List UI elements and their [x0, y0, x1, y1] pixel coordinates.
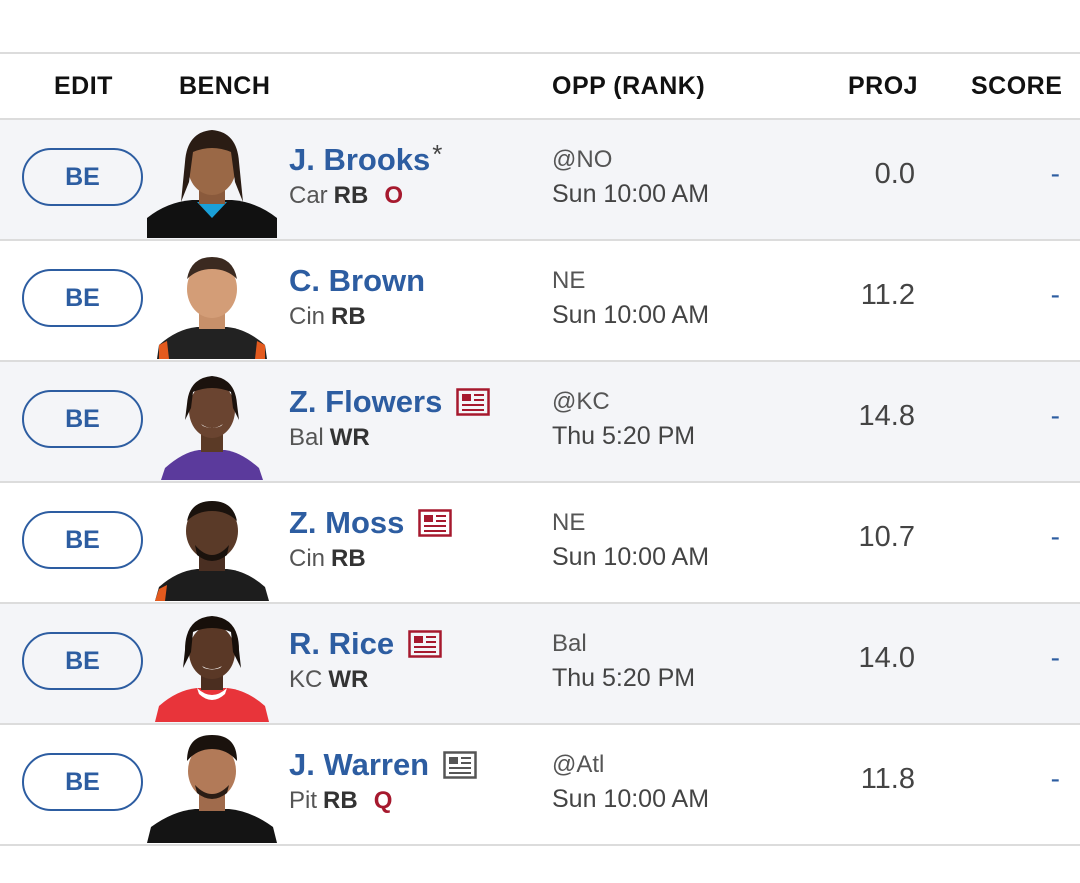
opponent: @NO [552, 146, 613, 173]
table-row: BE C. Brown Cin RB NE Sun 10:00 AM 11.2 - [0, 241, 1080, 362]
player-headshot-icon[interactable] [147, 606, 277, 722]
team-abbr: KC [289, 666, 323, 693]
score: - [1050, 400, 1060, 431]
opponent: @KC [552, 388, 610, 415]
injury-status: Q [373, 787, 393, 814]
header-proj: PROJ [848, 72, 919, 100]
score: - [1050, 763, 1060, 794]
asterisk-marker: * [432, 138, 443, 169]
player-name-link[interactable]: Z. Flowers [289, 384, 442, 420]
news-icon[interactable] [418, 509, 453, 537]
projection: 14.0 [858, 642, 915, 674]
player-headshot-icon[interactable] [147, 727, 277, 843]
slot-button[interactable]: BE [22, 511, 143, 569]
header-edit: EDIT [54, 72, 113, 100]
player-name-link[interactable]: C. Brown [289, 263, 425, 299]
player-name-link[interactable]: R. Rice [289, 626, 394, 662]
table-header: EDIT BENCH OPP (RANK) PROJ SCORE [0, 54, 1080, 120]
injury-status: O [384, 182, 404, 209]
opponent: NE [552, 267, 586, 294]
bench-table: BE J. Brooks * Car RB O @NO Sun 10:00 AM 0… [0, 120, 1080, 846]
projection: 11.8 [860, 763, 915, 795]
opponent: NE [552, 509, 586, 536]
player-headshot-icon[interactable] [147, 364, 277, 480]
team-abbr: Bal [289, 424, 324, 451]
player-headshot-icon[interactable] [147, 122, 277, 238]
game-time: Sun 10:00 AM [552, 301, 710, 329]
team-abbr: Cin [289, 545, 326, 572]
score: - [1050, 279, 1060, 310]
news-icon[interactable] [456, 388, 491, 416]
table-row: BE J. Brooks * Car RB O @NO Sun 10:00 AM 0… [0, 120, 1080, 241]
player-name-link[interactable]: J. Brooks [289, 142, 430, 178]
team-abbr: Car [289, 182, 328, 209]
slot-button[interactable]: BE [22, 753, 143, 811]
score: - [1050, 642, 1060, 673]
table-row: BE Z. Flowers Bal WR @KC Thu 5:20 PM 14.… [0, 362, 1080, 483]
header-opp-rank: OPP (RANK) [552, 72, 706, 100]
projection: 14.8 [858, 400, 915, 432]
score: - [1050, 521, 1060, 552]
news-icon[interactable] [408, 630, 442, 658]
game-time: Thu 5:20 PM [552, 664, 696, 692]
position: RB [333, 182, 369, 209]
team-abbr: Pit [289, 787, 318, 814]
position: WR [328, 666, 369, 693]
slot-button[interactable]: BE [22, 269, 143, 327]
news-icon[interactable] [443, 751, 477, 779]
header-bench: BENCH [179, 72, 271, 100]
slot-button[interactable]: BE [22, 148, 143, 206]
team-abbr: Cin [289, 303, 326, 330]
position: WR [329, 424, 370, 451]
table-row: BE R. Rice KC WR Bal Thu 5:20 PM 14.0 - [0, 604, 1080, 725]
player-name-link[interactable]: J. Warren [289, 747, 429, 783]
player-name-link[interactable]: Z. Moss [289, 505, 404, 541]
game-time: Thu 5:20 PM [552, 422, 696, 450]
position: RB [331, 545, 366, 572]
table-row: BE Z. Moss Cin RB NE Sun 10:00 AM 10.7 - [0, 483, 1080, 604]
projection: 10.7 [858, 521, 915, 553]
opponent: @Atl [552, 751, 605, 778]
header-score: SCORE [971, 72, 1063, 100]
score: - [1050, 158, 1060, 189]
player-headshot-icon[interactable] [147, 485, 277, 601]
player-headshot-icon[interactable] [147, 243, 277, 359]
projection: 0.0 [874, 158, 915, 190]
game-time: Sun 10:00 AM [552, 180, 710, 208]
table-row: BE J. Warren Pit RB Q @Atl Sun 10:00 AM … [0, 725, 1080, 846]
projection: 11.2 [860, 279, 915, 311]
slot-button[interactable]: BE [22, 632, 143, 690]
game-time: Sun 10:00 AM [552, 785, 710, 813]
game-time: Sun 10:00 AM [552, 543, 710, 571]
opponent: Bal [552, 630, 587, 657]
position: RB [323, 787, 358, 814]
slot-button[interactable]: BE [22, 390, 143, 448]
position: RB [331, 303, 366, 330]
